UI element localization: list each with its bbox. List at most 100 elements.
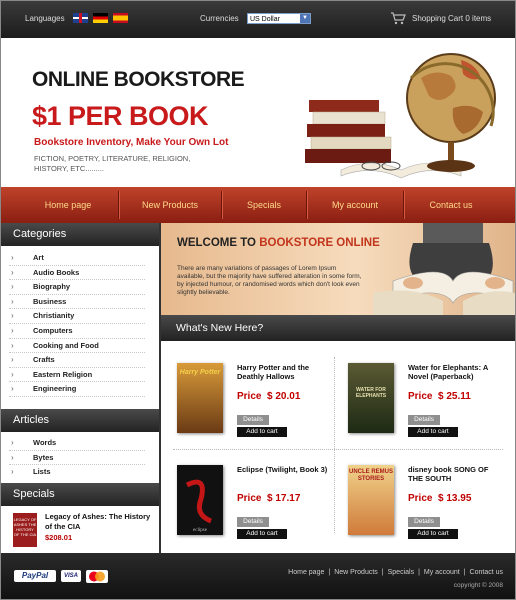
products-grid: Harry Potter Harry Potter and the Deathl… (161, 341, 515, 553)
product-title[interactable]: Harry Potter and the Deathly Hallows (237, 363, 329, 381)
nav-my-account[interactable]: My account (307, 187, 403, 223)
promo-headline: $1 PER BOOK (32, 101, 209, 131)
category-item[interactable]: › Computers (9, 324, 145, 339)
special-price: $208.01 (45, 533, 73, 542)
article-item[interactable]: › Bytes (9, 451, 145, 466)
category-item[interactable]: › Engineering (9, 382, 145, 397)
currencies-label: Currencies (200, 14, 239, 23)
bullet-arrow-icon: › (11, 282, 14, 292)
details-button[interactable]: Details (237, 415, 269, 425)
nav-contact-us[interactable]: Contact us (404, 187, 498, 223)
welcome-title: WELCOME TO BOOKSTORE ONLINE (177, 237, 380, 249)
category-item[interactable]: › Crafts (9, 353, 145, 368)
nav-new-products[interactable]: New Products (119, 187, 221, 223)
visa-logo: VISA (61, 570, 81, 582)
add-to-cart-button[interactable]: Add to cart (408, 427, 458, 437)
footer: PayPal VISA Home page | New Products | Speci… (1, 553, 515, 599)
product-card: Harry Potter Harry Potter and the Deathl… (161, 357, 333, 457)
specials-heading: Specials (1, 483, 159, 506)
copyright-text: copyright © 2008 (453, 582, 503, 589)
nav-specials[interactable]: Specials (222, 187, 306, 223)
categories-heading: Categories (1, 223, 159, 246)
add-to-cart-button[interactable]: Add to cart (237, 427, 287, 437)
bullet-arrow-icon: › (11, 452, 14, 462)
product-price: Price $ 17.17 (237, 493, 301, 504)
germany-flag-icon[interactable] (93, 13, 108, 23)
categories-list: › Art › Audio Books › Biography › Business ›… (1, 251, 159, 397)
footer-link-specials[interactable]: Specials (388, 569, 414, 576)
add-to-cart-button[interactable]: Add to cart (237, 529, 287, 539)
footer-links: Home page | New Products | Specials | My accou… (288, 569, 503, 576)
product-cover[interactable]: UNCLE REMUS STORIES (348, 465, 394, 535)
welcome-text: There are many variations of passages of… (177, 265, 362, 296)
currency-select[interactable]: US Dollar ▼ (247, 13, 311, 24)
nav-home-page[interactable]: Home page (18, 187, 118, 223)
category-item[interactable]: › Christianity (9, 309, 145, 324)
category-item[interactable]: › Eastern Religion (9, 368, 145, 383)
article-item[interactable]: › Lists (9, 465, 145, 480)
product-title[interactable]: disney book SONG OF THE SOUTH (408, 465, 500, 483)
bullet-arrow-icon: › (11, 311, 14, 321)
category-item[interactable]: › Art (9, 251, 145, 266)
articles-heading: Articles (1, 409, 159, 432)
product-title[interactable]: Water for Elephants: A Novel (Paperback) (408, 363, 500, 381)
footer-link-home-page[interactable]: Home page (288, 569, 324, 576)
product-card: WATER FOR ELEPHANTS Water for Elephants:… (332, 357, 504, 457)
bullet-arrow-icon: › (11, 296, 14, 306)
page-frame: Languages Currencies US Dollar ▼ Shoppin… (0, 0, 516, 600)
articles-list: › Words › Bytes › Lists (1, 436, 159, 480)
spain-flag-icon[interactable] (113, 13, 128, 23)
genres-text: FICTION, POETRY, LITERATURE, RELIGION, H… (34, 154, 191, 173)
whats-new-heading: What's New Here? (161, 315, 515, 341)
bullet-arrow-icon: › (11, 267, 14, 277)
globe-and-books-image (305, 53, 496, 179)
category-item[interactable]: › Biography (9, 280, 145, 295)
product-price: Price $ 25.11 (408, 391, 471, 402)
sidebar: Categories › Art › Audio Books › Biography … (1, 223, 161, 553)
add-to-cart-button[interactable]: Add to cart (408, 529, 458, 539)
main-nav: Home page New Products Specials My accou… (1, 187, 515, 223)
details-button[interactable]: Details (408, 517, 440, 527)
category-item[interactable]: › Cooking and Food (9, 339, 145, 354)
category-item[interactable]: › Business (9, 295, 145, 310)
ribbon-icon: eclipse (185, 479, 213, 533)
article-item[interactable]: › Words (9, 436, 145, 451)
product-title[interactable]: Eclipse (Twilight, Book 3) (237, 465, 329, 474)
special-book-cover[interactable]: LEGACY OF ASHES THE HISTORY OF THE CIA (13, 513, 37, 547)
svg-text:eclipse: eclipse (193, 528, 208, 533)
bullet-arrow-icon: › (11, 384, 14, 394)
shopping-cart-link[interactable]: Shopping Cart 0 items (412, 14, 491, 23)
mastercard-icon (86, 570, 108, 583)
top-bar: Languages Currencies US Dollar ▼ Shoppin… (1, 1, 515, 38)
bullet-arrow-icon: › (11, 467, 14, 477)
bullet-arrow-icon: › (11, 369, 14, 379)
bullet-arrow-icon: › (11, 325, 14, 335)
special-title[interactable]: Legacy of Ashes: The History of the CIA (45, 512, 155, 532)
details-button[interactable]: Details (237, 517, 269, 527)
product-cover[interactable]: Harry Potter (177, 363, 223, 433)
uk-flag-icon[interactable] (73, 13, 88, 23)
category-item[interactable]: › Audio Books (9, 266, 145, 281)
details-button[interactable]: Details (408, 415, 440, 425)
woman-reading-image (373, 223, 515, 315)
product-cover[interactable]: eclipse (177, 465, 223, 535)
bullet-arrow-icon: › (11, 340, 14, 350)
paypal-logo: PayPal (14, 570, 56, 582)
product-card: eclipse Eclipse (Twilight, Book 3) Price… (161, 459, 333, 559)
shopping-cart-icon[interactable] (390, 11, 406, 25)
currency-selected-value: US Dollar (250, 16, 280, 23)
bullet-arrow-icon: › (11, 438, 14, 447)
product-price: Price $ 20.01 (237, 391, 301, 402)
chevron-down-icon[interactable]: ▼ (300, 14, 310, 23)
product-card: UNCLE REMUS STORIES disney book SONG OF … (332, 459, 504, 559)
languages-label: Languages (25, 14, 65, 23)
footer-link-new-products[interactable]: New Products (334, 569, 378, 576)
promo-subtitle: Bookstore Inventory, Make Your Own Lot (34, 137, 229, 148)
footer-link-my-account[interactable]: My account (424, 569, 460, 576)
footer-link-contact-us[interactable]: Contact us (470, 569, 503, 576)
product-cover[interactable]: WATER FOR ELEPHANTS (348, 363, 394, 433)
bullet-arrow-icon: › (11, 253, 14, 262)
bullet-arrow-icon: › (11, 355, 14, 365)
welcome-banner: WELCOME TO BOOKSTORE ONLINE There are ma… (161, 223, 515, 315)
product-price: Price $ 13.95 (408, 493, 472, 504)
